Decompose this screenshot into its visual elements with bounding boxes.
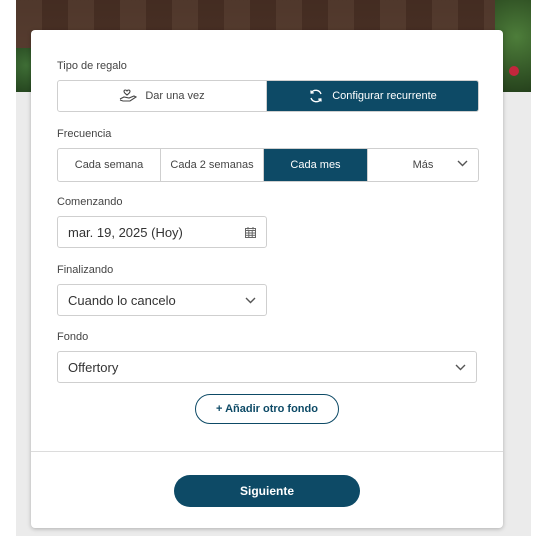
chevron-down-icon — [245, 297, 256, 304]
frequency-weekly-label: Cada semana — [74, 159, 144, 171]
chevron-down-icon — [455, 364, 466, 371]
next-button[interactable]: Siguiente — [174, 475, 360, 507]
end-label: Finalizando — [57, 264, 114, 276]
refresh-icon — [308, 88, 324, 104]
frequency-more-label: Más — [412, 159, 434, 171]
frequency-label: Frecuencia — [57, 128, 112, 140]
frequency-monthly-option[interactable]: Cada mes — [264, 149, 368, 181]
hand-heart-icon — [119, 89, 138, 103]
start-date-value: mar. 19, 2025 (Hoy) — [68, 224, 183, 240]
giving-form-card: Tipo de regalo Dar una vez Configurar re — [31, 30, 503, 528]
gift-type-selector: Dar una vez Configurar recurrente — [57, 80, 479, 112]
divider — [31, 451, 503, 452]
gift-type-label: Tipo de regalo — [57, 60, 127, 72]
frequency-selector: Cada semana Cada 2 semanas Cada mes Más — [57, 148, 479, 182]
gift-type-once-label: Dar una vez — [145, 90, 205, 102]
fund-label: Fondo — [57, 331, 89, 343]
start-date-label: Comenzando — [57, 196, 123, 208]
start-date-field[interactable]: mar. 19, 2025 (Hoy) — [57, 216, 267, 248]
frequency-weekly-option[interactable]: Cada semana — [58, 149, 161, 181]
fund-select[interactable]: Offertory — [57, 351, 477, 383]
frequency-biweekly-label: Cada 2 semanas — [170, 159, 254, 171]
gift-type-recurring-label: Configurar recurrente — [332, 90, 437, 102]
calendar-icon[interactable] — [245, 226, 256, 238]
gift-type-once-option[interactable]: Dar una vez — [58, 81, 267, 111]
end-select[interactable]: Cuando lo cancelo — [57, 284, 267, 316]
background-flower — [509, 66, 519, 76]
chevron-down-icon — [457, 160, 468, 167]
frequency-more-dropdown[interactable]: Más — [368, 149, 478, 181]
frequency-biweekly-option[interactable]: Cada 2 semanas — [161, 149, 264, 181]
frequency-monthly-label: Cada mes — [290, 159, 341, 171]
gift-type-recurring-option[interactable]: Configurar recurrente — [267, 81, 478, 111]
end-value: Cuando lo cancelo — [68, 292, 176, 308]
add-fund-button[interactable]: + Añadir otro fondo — [195, 394, 339, 424]
fund-value: Offertory — [68, 359, 119, 375]
